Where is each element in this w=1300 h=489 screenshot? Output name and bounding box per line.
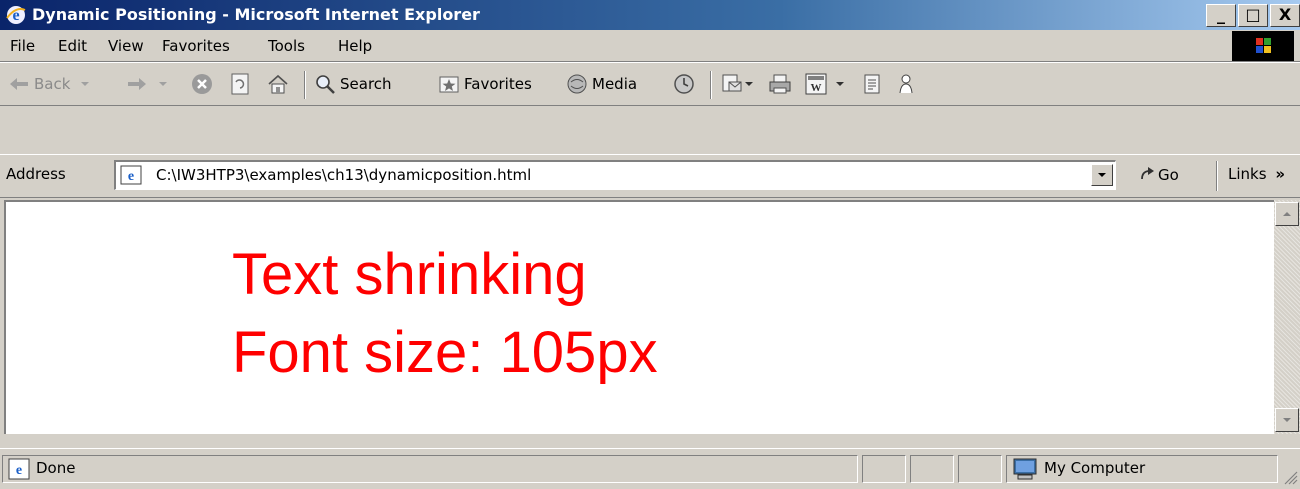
messenger-person-icon xyxy=(899,74,913,94)
status-pane xyxy=(958,455,1002,483)
back-arrow-icon xyxy=(10,78,28,90)
vertical-scrollbar[interactable] xyxy=(1274,200,1300,434)
zone-text: My Computer xyxy=(1044,459,1146,477)
mail-icon xyxy=(722,74,742,92)
favorites-label: Favorites xyxy=(464,75,532,93)
menu-bar: File Edit View Favorites Tools Help xyxy=(0,31,1300,62)
home-button[interactable] xyxy=(266,71,290,97)
toolbar-separator xyxy=(304,71,306,99)
toolbar-separator xyxy=(710,71,712,99)
status-pane xyxy=(862,455,906,483)
page-done-icon: e xyxy=(8,458,30,480)
menu-edit[interactable]: Edit xyxy=(58,37,87,55)
forward-arrow-icon xyxy=(128,78,146,90)
svg-text:e: e xyxy=(128,169,134,184)
maximize-button[interactable]: □ xyxy=(1238,4,1268,27)
status-pane xyxy=(910,455,954,483)
menu-help[interactable]: Help xyxy=(338,37,372,55)
scroll-down-button[interactable] xyxy=(1275,408,1299,432)
media-icon xyxy=(567,74,587,94)
standard-toolbar: Back Search Favorites Media W xyxy=(0,62,1300,106)
title-bar[interactable]: e Dynamic Positioning - Microsoft Intern… xyxy=(0,0,1300,30)
print-button[interactable] xyxy=(768,71,792,97)
links-button[interactable]: Links » xyxy=(1228,165,1285,183)
windows-logo-icon xyxy=(1232,31,1294,61)
go-label: Go xyxy=(1158,166,1179,184)
links-more-icon: » xyxy=(1275,165,1286,183)
window-title: Dynamic Positioning - Microsoft Internet… xyxy=(32,5,480,24)
search-label: Search xyxy=(340,75,392,93)
stop-icon xyxy=(192,74,212,94)
home-icon xyxy=(268,74,288,94)
chevron-down-icon xyxy=(81,82,90,86)
shrinking-text-line: Text shrinking xyxy=(232,242,587,307)
menu-file[interactable]: File xyxy=(10,37,35,55)
messenger-button[interactable] xyxy=(896,71,918,97)
menu-view[interactable]: View xyxy=(108,37,144,55)
address-dropdown-button[interactable] xyxy=(1091,164,1113,186)
history-button[interactable] xyxy=(672,71,696,97)
go-arrow-icon xyxy=(1141,167,1154,180)
back-label: Back xyxy=(34,75,71,93)
search-icon xyxy=(316,75,335,94)
media-label: Media xyxy=(592,75,638,93)
status-text: Done xyxy=(36,459,76,477)
address-input[interactable]: e C:\IW3HTP3\examples\ch13\dynamicpositi… xyxy=(114,160,1116,190)
page-icon: e xyxy=(120,165,142,185)
menu-tools[interactable]: Tools xyxy=(268,37,305,55)
forward-button[interactable] xyxy=(126,71,170,97)
back-button[interactable]: Back xyxy=(8,71,92,97)
minimize-button[interactable]: _ xyxy=(1206,4,1236,27)
ie-logo-icon: e xyxy=(6,6,26,24)
page-content: Text shrinking Font size: 105px xyxy=(4,200,1274,434)
arrow-down-icon xyxy=(1283,418,1291,422)
print-icon xyxy=(769,74,791,94)
ie-window: e Dynamic Positioning - Microsoft Intern… xyxy=(0,0,1300,488)
svg-text:e: e xyxy=(16,463,22,478)
favorites-button[interactable]: Favorites xyxy=(438,71,532,97)
close-button[interactable]: X xyxy=(1270,4,1300,27)
refresh-button[interactable] xyxy=(228,71,252,97)
search-button[interactable]: Search xyxy=(314,71,392,97)
status-main-pane xyxy=(2,455,858,483)
discuss-button[interactable] xyxy=(862,71,884,97)
arrow-up-icon xyxy=(1283,212,1291,216)
address-url: C:\IW3HTP3\examples\ch13\dynamicposition… xyxy=(156,166,532,184)
menu-favorites[interactable]: Favorites xyxy=(162,37,230,55)
chevron-down-icon xyxy=(745,82,753,86)
svg-text:W: W xyxy=(811,82,822,94)
media-button[interactable]: Media xyxy=(566,71,637,97)
status-bar: e Done My Computer xyxy=(0,448,1300,489)
discuss-icon xyxy=(864,74,880,94)
address-label: Address xyxy=(6,165,66,183)
resize-grip-icon[interactable] xyxy=(1282,469,1298,485)
chevron-down-icon xyxy=(159,82,167,86)
go-button[interactable]: Go xyxy=(1138,165,1179,185)
links-separator xyxy=(1216,161,1218,191)
scroll-up-button[interactable] xyxy=(1275,202,1299,226)
chevron-down-icon xyxy=(836,82,844,86)
mail-button[interactable] xyxy=(720,71,754,97)
my-computer-icon xyxy=(1013,458,1037,480)
word-edit-icon: W xyxy=(805,73,827,95)
edit-button[interactable]: W xyxy=(804,71,848,97)
favorites-star-icon xyxy=(439,76,459,93)
links-label: Links xyxy=(1228,165,1267,183)
stop-button[interactable] xyxy=(190,71,214,97)
address-bar: Address e C:\IW3HTP3\examples\ch13\dynam… xyxy=(0,154,1300,198)
refresh-icon xyxy=(231,73,249,95)
font-size-text-line: Font size: 105px xyxy=(232,320,658,385)
chevron-down-icon xyxy=(1098,173,1106,177)
history-icon xyxy=(674,74,694,94)
